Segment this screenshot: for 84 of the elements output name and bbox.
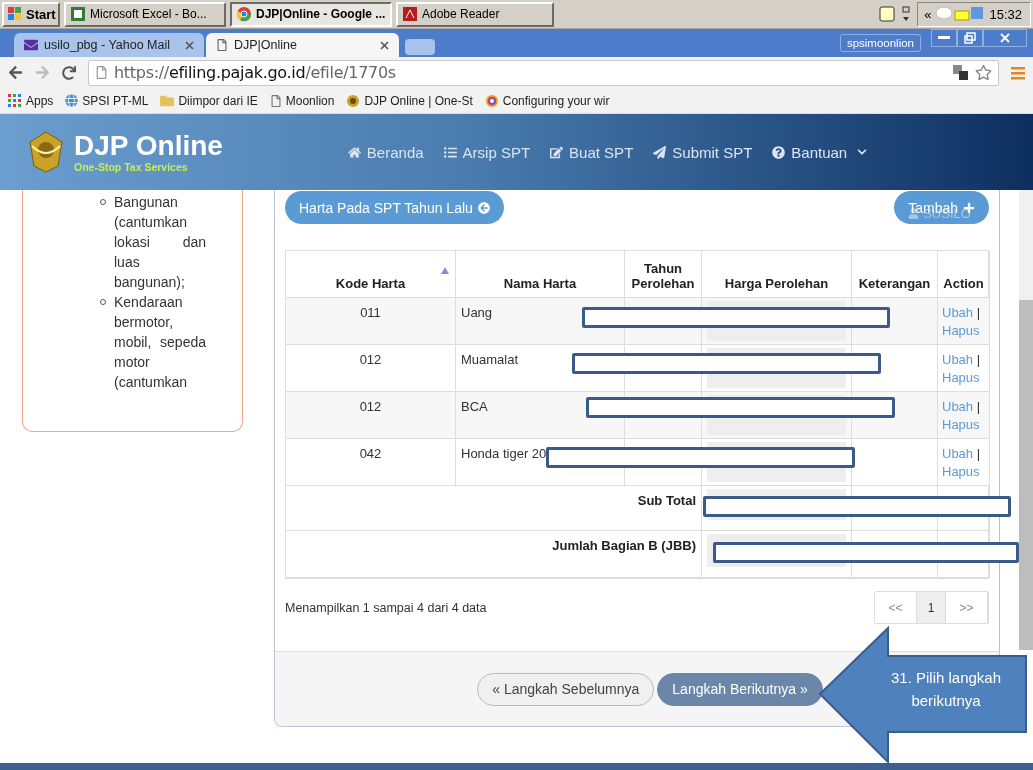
folder-icon — [160, 93, 175, 108]
delete-link[interactable]: Hapus — [942, 370, 980, 385]
document-icon — [402, 6, 418, 22]
restore-icon — [964, 32, 976, 44]
paper-plane-icon — [653, 145, 667, 159]
nav-link[interactable]: Submit SPT — [653, 143, 753, 161]
browser-tab[interactable]: DJP|Online — [206, 33, 399, 57]
profile-button[interactable]: spsimoonlion — [839, 34, 921, 52]
translate-icon[interactable] — [953, 64, 969, 81]
restore-button[interactable] — [957, 29, 983, 47]
next-step-button[interactable]: Langkah Berikutnya » — [657, 672, 823, 706]
nav-link[interactable]: Buat SPT — [550, 143, 634, 161]
bookmark[interactable]: Moonlion — [269, 93, 335, 108]
help-icon[interactable] — [879, 6, 896, 22]
browser-icon — [236, 6, 252, 22]
edit-icon — [550, 145, 564, 159]
home-icon — [347, 145, 361, 159]
clock: 15:32 — [989, 6, 1022, 22]
summary-label: Sub Total — [286, 486, 702, 531]
star-icon[interactable] — [975, 64, 992, 81]
taskbar-button[interactable]: DJP|Online - Google ... — [230, 1, 392, 27]
page-button[interactable]: << — [875, 592, 917, 623]
page-button[interactable]: 1 — [917, 592, 946, 623]
page-icon — [216, 39, 228, 51]
site-logo-subtitle: One-Stop Tax Services — [74, 161, 189, 173]
table-cell: 011 — [286, 298, 456, 345]
link-separator: | — [976, 446, 981, 461]
apps-grid-icon — [8, 93, 22, 108]
tray-expand-button[interactable]: « — [924, 6, 932, 22]
site-logo-title: DJP Online — [74, 131, 223, 161]
bookmark[interactable]: DJP Online | One-St — [346, 93, 473, 108]
reload-icon[interactable] — [62, 65, 76, 80]
table-cell: 012 — [286, 345, 456, 392]
minimize-icon — [938, 36, 950, 40]
spreadsheet-icon — [70, 6, 86, 22]
list-item-text: Kendaraan bermotor, mobil, sepeda motor (cantumkan — [114, 293, 206, 392]
nav-link[interactable]: Bantuan — [772, 143, 868, 161]
help-icon — [772, 145, 786, 159]
page-icon — [95, 66, 108, 79]
table-cell: 012 — [286, 392, 456, 439]
list-icon — [443, 145, 457, 159]
bookmark[interactable]: SPSI PT-ML — [65, 93, 149, 108]
windows-logo-icon — [8, 7, 22, 21]
callout-text: 31. Pilih langkah berikutnya — [889, 668, 1003, 711]
column-header: Harga Perolehan — [702, 251, 852, 298]
close-icon — [1000, 33, 1010, 43]
bookmark[interactable]: Diimpor dari IE — [160, 93, 258, 108]
edit-link[interactable]: Ubah — [942, 446, 974, 461]
close-icon[interactable] — [380, 40, 389, 50]
bookmark[interactable]: Configuring your wir — [484, 93, 610, 108]
window-switch-icon[interactable] — [901, 5, 912, 23]
edit-link[interactable]: Ubah — [942, 352, 974, 367]
chevron-down-icon — [857, 147, 868, 157]
taskbar-button[interactable]: Microsoft Excel - Bo... — [64, 1, 226, 27]
menu-icon[interactable] — [1011, 65, 1025, 80]
address-bar[interactable]: https://efiling.pajak.go.id/efile/1770s — [88, 59, 999, 86]
emblem-icon — [346, 93, 361, 108]
globe-icon — [65, 94, 79, 107]
envelope-icon — [24, 38, 38, 52]
summary-label: Jumlah Bagian B (JBB) — [286, 531, 702, 578]
minimize-button[interactable] — [931, 29, 957, 47]
previous-step-button[interactable]: « Langkah Sebelumnya — [477, 672, 655, 706]
link-separator: | — [976, 399, 981, 414]
close-button[interactable] — [983, 29, 1027, 47]
bookmark[interactable]: Apps — [8, 93, 54, 108]
records-info: Menampilkan 1 sampai 4 dari 4 data — [285, 600, 487, 615]
sort-icon — [441, 267, 449, 274]
back-icon[interactable] — [8, 65, 23, 80]
swirl-icon — [484, 93, 499, 108]
scrollbar-thumb[interactable] — [1019, 300, 1033, 650]
nav-link[interactable]: Arsip SPT — [443, 143, 531, 161]
browser-tab[interactable]: usilo_pbg - Yahoo Mail — [14, 33, 204, 57]
link-separator: | — [976, 305, 981, 320]
table-cell: 042 — [286, 439, 456, 486]
page-icon — [269, 94, 282, 107]
start-button[interactable]: Start — [2, 1, 60, 27]
delete-link[interactable]: Hapus — [942, 464, 980, 479]
emblem-icon — [26, 130, 66, 174]
link-separator: | — [976, 352, 981, 367]
close-icon[interactable] — [185, 40, 194, 50]
taskbar-button[interactable]: Adobe Reader — [396, 1, 554, 27]
nav-link[interactable]: Beranda — [347, 143, 424, 161]
tray-icons-drawing — [935, 5, 986, 23]
list-item-text: Bangunan (cantumkan lokasi dan luas bangunan); — [114, 193, 206, 292]
